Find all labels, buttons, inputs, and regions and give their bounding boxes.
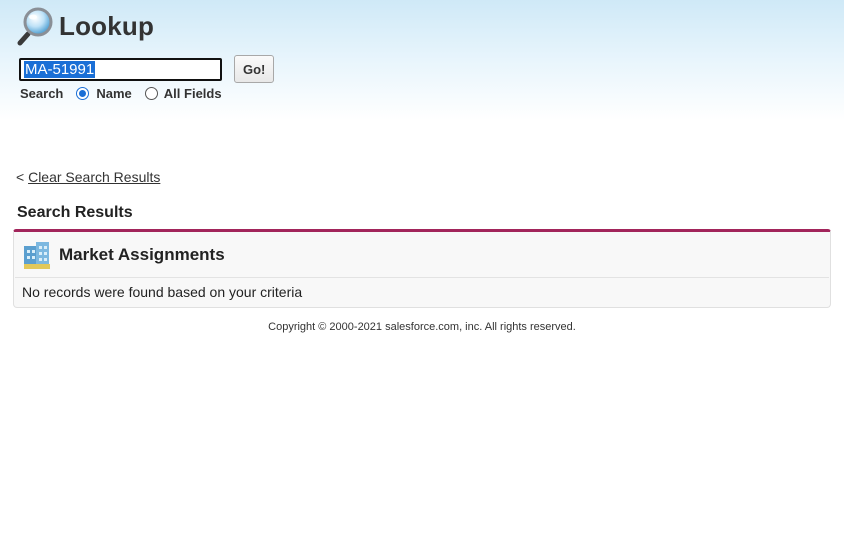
lookup-page: Lookup MA-51991 Go! Search Name All Fiel… xyxy=(0,0,844,557)
search-input-value: MA-51991 xyxy=(24,60,96,78)
all-fields-radio[interactable] xyxy=(144,87,158,100)
results-panel-header: Market Assignments xyxy=(14,232,830,277)
clear-search-results: < Clear Search Results xyxy=(16,169,160,185)
go-button[interactable]: Go! xyxy=(234,55,275,83)
name-radio-label: Name xyxy=(96,86,132,101)
copyright-footer: Copyright © 2000-2021 salesforce.com, in… xyxy=(268,321,576,333)
search-scope: Search Name All Fields xyxy=(20,86,222,101)
magnifier-icon xyxy=(17,7,53,46)
name-radio[interactable] xyxy=(76,87,90,100)
building-icon xyxy=(24,241,50,269)
results-panel-title: Market Assignments xyxy=(59,244,225,264)
clear-prefix: < xyxy=(16,169,25,185)
page-header: Lookup xyxy=(16,6,154,46)
search-results-heading: Search Results xyxy=(17,204,133,221)
search-row: MA-51991 Go! xyxy=(19,55,275,83)
search-input[interactable]: MA-51991 xyxy=(19,57,222,81)
search-scope-label: Search xyxy=(20,86,64,101)
results-panel: Market Assignments No records were found… xyxy=(13,229,831,308)
page-title: Lookup xyxy=(59,10,155,41)
all-fields-radio-label: All Fields xyxy=(163,86,222,101)
empty-results-message: No records were found based on your crit… xyxy=(15,277,829,306)
clear-search-results-link[interactable]: Clear Search Results xyxy=(28,169,160,185)
